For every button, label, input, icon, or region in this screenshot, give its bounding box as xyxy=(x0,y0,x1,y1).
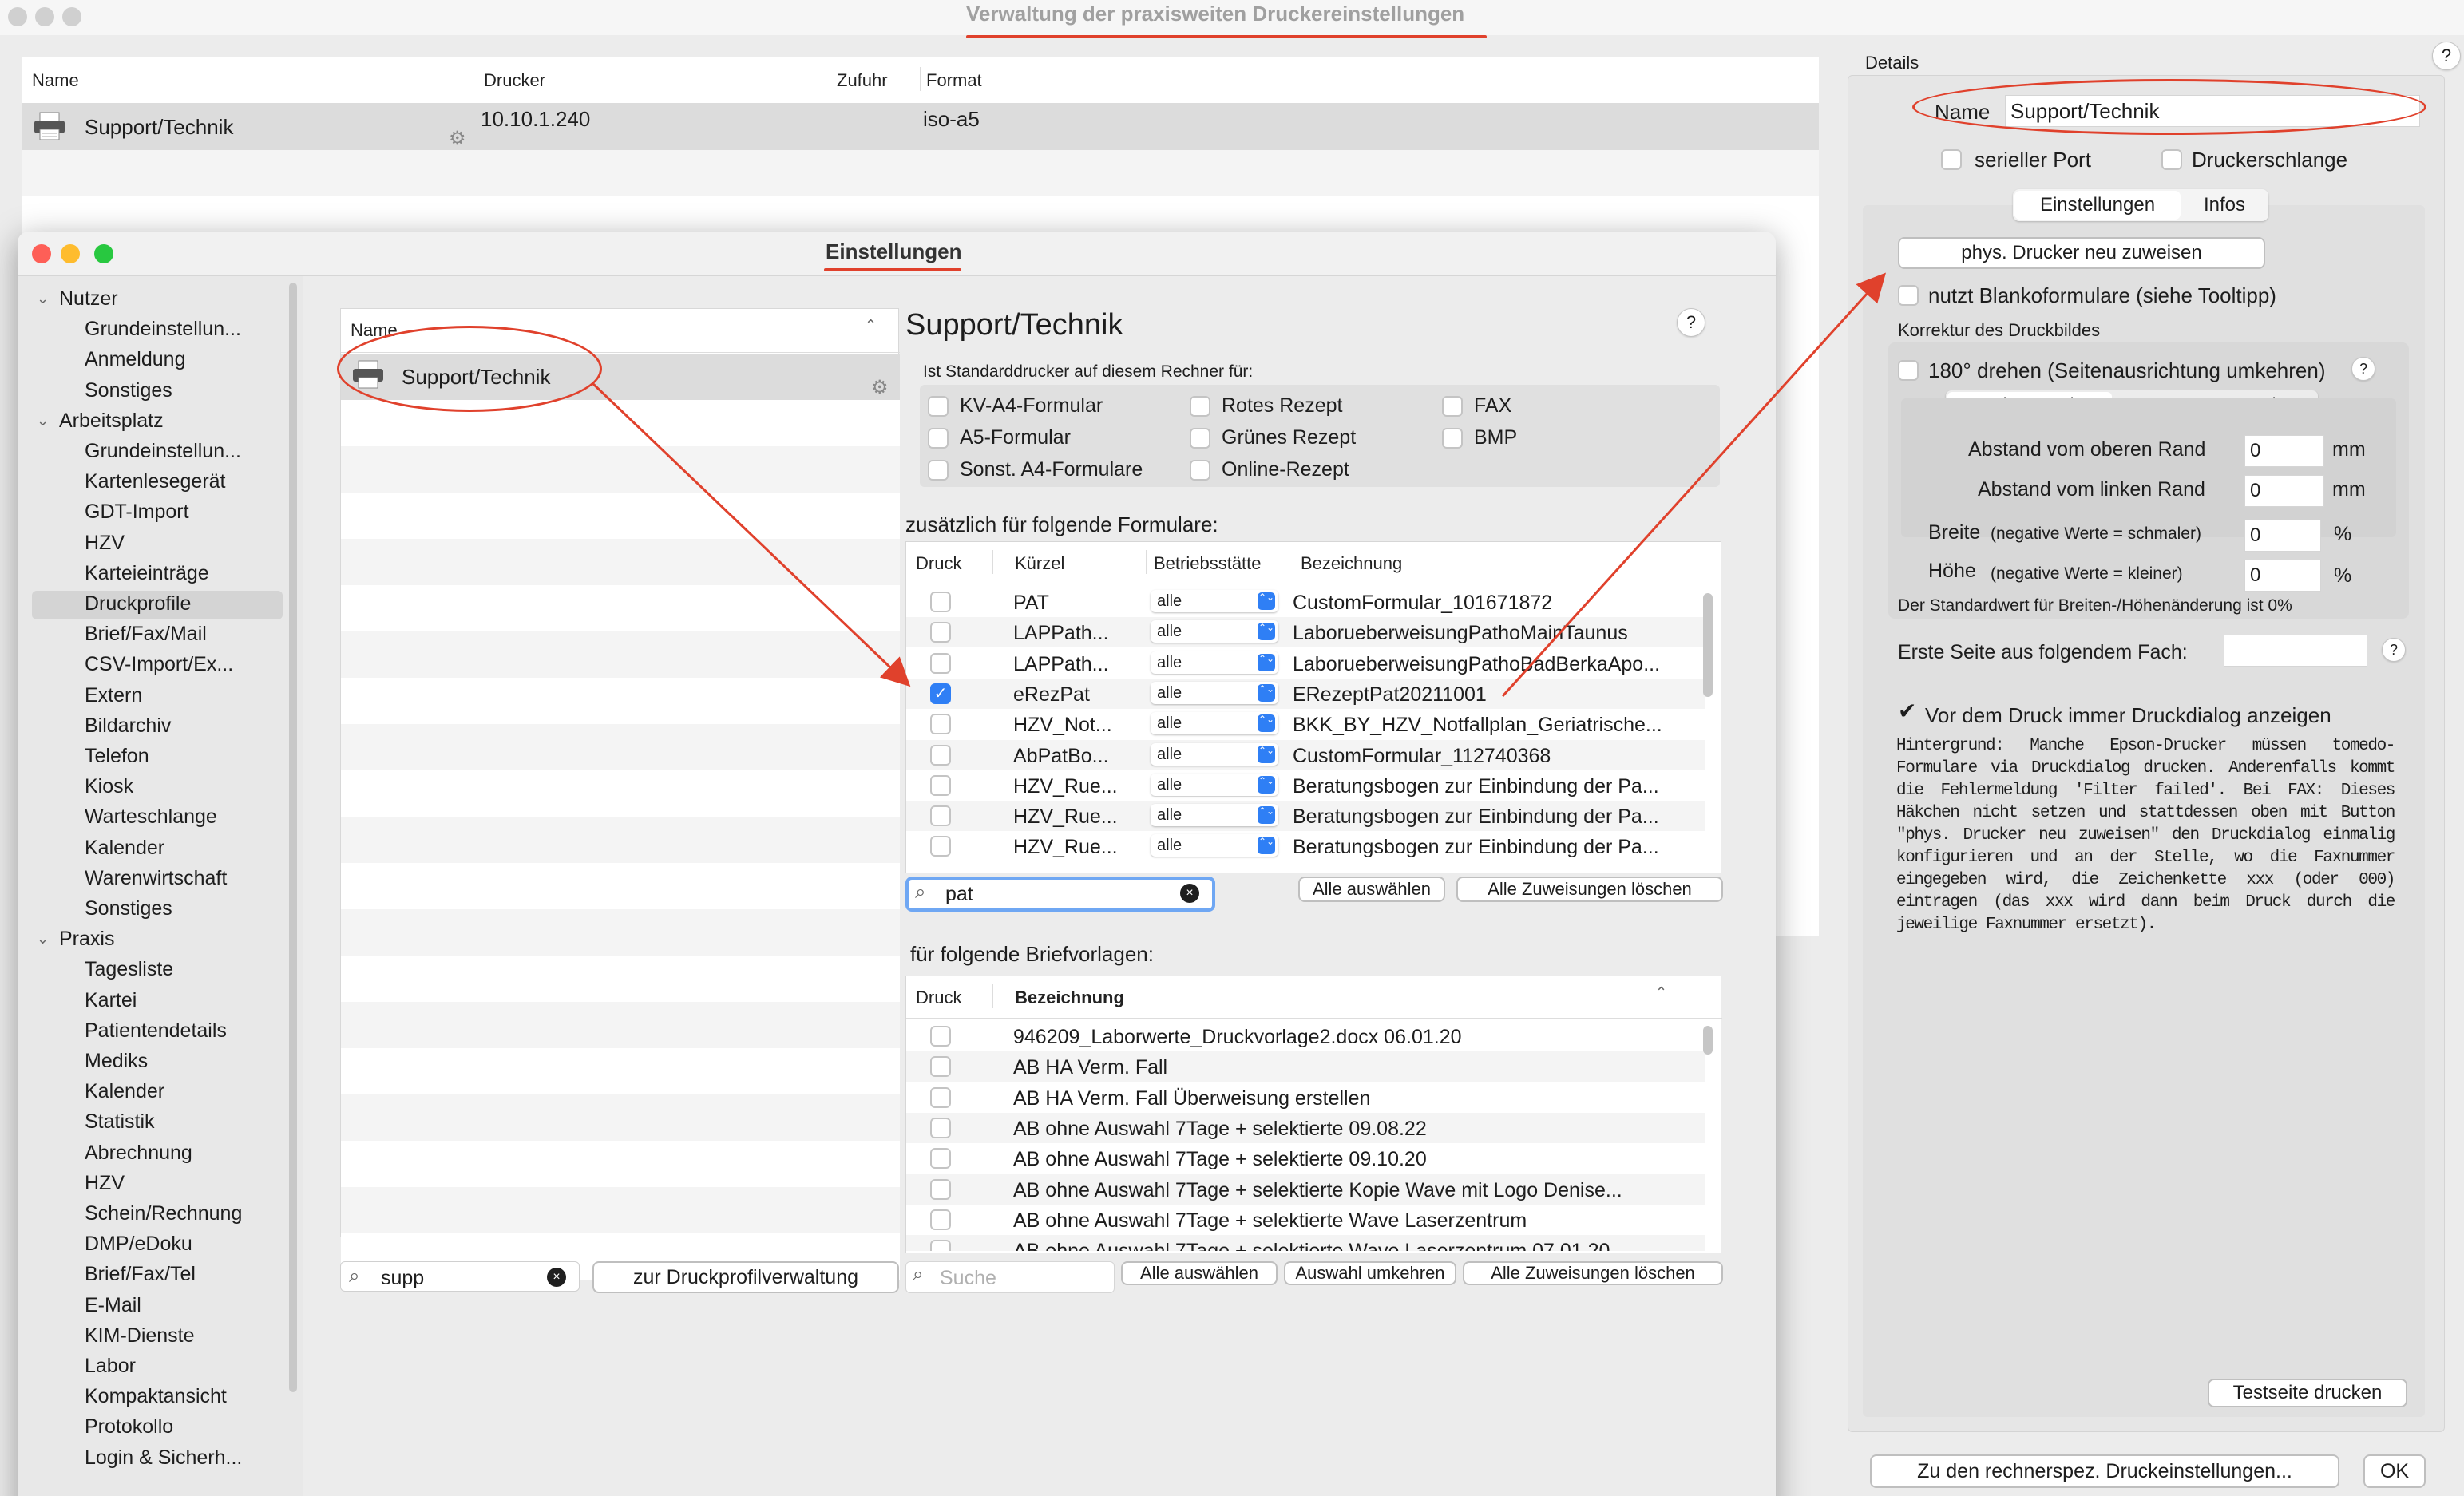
annotation-arrows xyxy=(591,272,1887,698)
arrow-to-forms xyxy=(591,382,911,687)
arrow-to-reassign xyxy=(1501,272,1887,698)
